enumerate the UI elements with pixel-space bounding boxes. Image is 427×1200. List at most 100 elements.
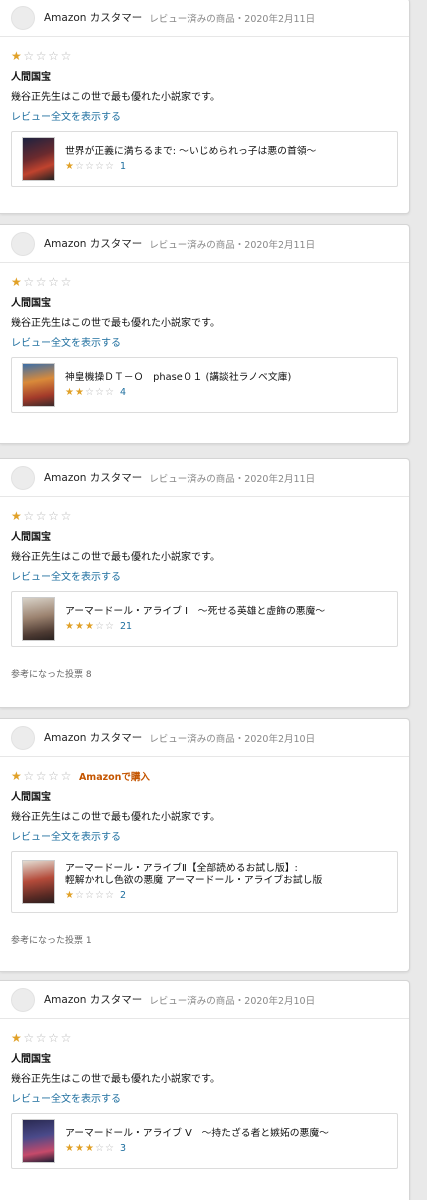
read-full-review-link[interactable]: レビュー全文を表示する (11, 108, 398, 123)
review-body: ★ ☆ ☆ ☆ ☆ Amazonで購入 人間国宝 幾谷正先生はこの世で最も優れた小説家です。レ… (0, 757, 409, 946)
product-rating: ★ ☆ ☆ ☆ ☆ 1 (65, 161, 316, 172)
star-icon: ★ (65, 620, 74, 632)
review-rating: ★ ☆ ☆ ☆ ☆ (11, 273, 398, 291)
avatar (11, 725, 35, 750)
product-cover-image[interactable] (22, 137, 55, 181)
review-stars: ★ ☆ ☆ ☆ ☆ (11, 276, 73, 288)
product-title[interactable]: 輕解かれし色欲の悪魔 アーマードール・アライブお試し版 (65, 875, 322, 887)
review-card: Amazon カスタマー レビュー済みの商品・2020年2月11日 ★ ☆ ☆ ☆ ☆ 人間国… (0, 0, 410, 214)
product-cover-image[interactable] (22, 1119, 55, 1163)
rating-count[interactable]: 3 (120, 1143, 126, 1154)
read-full-review-link[interactable]: レビュー全文を表示する (11, 1090, 398, 1105)
star-icon: ★ (11, 769, 22, 783)
product-title[interactable]: アーマードール・アライブ Ⅴ ～持たざる者と嫉妬の悪魔～ (65, 1128, 329, 1140)
product-card[interactable]: アーマードール・アライブ Ⅰ ～死せる英雄と虚飾の悪魔～ ★ ★ ★ ☆ ☆ 21 (11, 591, 398, 647)
star-icon: ☆ (85, 386, 94, 398)
review-status: レビュー済みの商品・2020年2月11日 (149, 13, 316, 25)
review-card: Amazon カスタマー レビュー済みの商品・2020年2月10日 ★ ☆ ☆ ☆ ☆ 人間国… (0, 980, 410, 1200)
read-full-review-link[interactable]: レビュー全文を表示する (11, 334, 398, 349)
helpful-votes: 参考になった投票 1 (11, 936, 92, 946)
review-stars: ★ ☆ ☆ ☆ ☆ (11, 510, 73, 522)
read-full-review-link[interactable]: レビュー全文を表示する (11, 828, 398, 843)
customer-name: Amazon カスタマー (44, 994, 143, 1006)
review-stars: ★ ☆ ☆ ☆ ☆ (11, 1032, 73, 1044)
star-icon: ☆ (23, 1031, 35, 1045)
review-status: レビュー済みの商品・2020年2月11日 (149, 239, 316, 251)
product-title[interactable]: 神皇機操ＤＴ－Ｏ phase０１ (講談社ラノベ文庫) (65, 372, 291, 384)
product-card[interactable]: アーマードール・アライブ Ⅴ ～持たざる者と嫉妬の悪魔～ ★ ★ ★ ☆ ☆ 3 (11, 1113, 398, 1169)
star-icon: ☆ (85, 889, 94, 901)
star-icon: ☆ (60, 769, 72, 783)
product-cover-image[interactable] (22, 597, 55, 641)
review-title: 人間国宝 (11, 72, 51, 83)
product-cover-image[interactable] (22, 860, 55, 904)
star-icon: ☆ (60, 1031, 72, 1045)
star-icon: ★ (11, 509, 22, 523)
product-info: 神皇機操ＤＴ－Ｏ phase０１ (講談社ラノベ文庫) ★ ★ ☆ ☆ ☆ 4 (65, 372, 291, 398)
star-icon: ☆ (35, 1031, 47, 1045)
review-card: Amazon カスタマー レビュー済みの商品・2020年2月11日 ★ ☆ ☆ ☆ ☆ 人間国… (0, 458, 410, 708)
star-icon: ☆ (105, 160, 114, 172)
rating-count[interactable]: 1 (120, 161, 126, 172)
product-card[interactable]: 世界が正義に満ちるまで: ～いじめられっ子は悪の首領～ ★ ☆ ☆ ☆ ☆ 1 (11, 131, 398, 187)
product-stars: ★ ★ ★ ☆ ☆ (65, 1142, 115, 1154)
star-icon: ☆ (95, 1142, 104, 1154)
star-icon: ☆ (60, 275, 72, 289)
product-stars: ★ ☆ ☆ ☆ ☆ (65, 160, 115, 172)
product-title[interactable]: 世界が正義に満ちるまで: ～いじめられっ子は悪の首領～ (65, 146, 316, 158)
review-rating: ★ ☆ ☆ ☆ ☆ Amazonで購入 (11, 767, 398, 785)
avatar (11, 465, 35, 490)
review-header: Amazon カスタマー レビュー済みの商品・2020年2月11日 (0, 459, 409, 497)
review-text: 幾谷正先生はこの世で最も優れた小説家です。 (11, 318, 220, 329)
rating-count[interactable]: 2 (120, 890, 126, 901)
star-icon: ★ (11, 275, 22, 289)
star-icon: ☆ (48, 49, 59, 63)
star-icon: ★ (75, 386, 84, 398)
star-icon: ☆ (35, 275, 47, 289)
review-text: 幾谷正先生はこの世で最も優れた小説家です。 (11, 1074, 220, 1085)
star-icon: ☆ (75, 889, 84, 901)
review-title: 人間国宝 (11, 298, 51, 309)
star-icon: ★ (11, 49, 22, 63)
star-icon: ☆ (105, 620, 114, 632)
product-rating: ★ ☆ ☆ ☆ ☆ 2 (65, 890, 322, 901)
star-icon: ★ (85, 620, 94, 632)
read-full-review-link[interactable]: レビュー全文を表示する (11, 568, 398, 583)
review-title: 人間国宝 (11, 1054, 51, 1065)
star-icon: ☆ (95, 889, 104, 901)
product-cover-image[interactable] (22, 363, 55, 407)
rating-count[interactable]: 4 (120, 387, 126, 398)
star-icon: ☆ (23, 49, 35, 63)
product-rating: ★ ★ ★ ☆ ☆ 3 (65, 1143, 329, 1154)
customer-name: Amazon カスタマー (44, 472, 143, 484)
review-rating: ★ ☆ ☆ ☆ ☆ (11, 47, 398, 65)
review-title: 人間国宝 (11, 792, 51, 803)
star-icon: ★ (65, 1142, 74, 1154)
star-icon: ☆ (23, 275, 35, 289)
star-icon: ☆ (60, 49, 72, 63)
product-title[interactable]: アーマードール・アライブ Ⅰ ～死せる英雄と虚飾の悪魔～ (65, 606, 325, 618)
star-icon: ☆ (105, 889, 114, 901)
product-card[interactable]: 神皇機操ＤＴ－Ｏ phase０１ (講談社ラノベ文庫) ★ ★ ☆ ☆ ☆ 4 (11, 357, 398, 413)
verified-purchase-badge: Amazonで購入 (78, 772, 150, 783)
review-rating: ★ ☆ ☆ ☆ ☆ (11, 1029, 398, 1047)
product-title[interactable]: アーマードール・アライブⅡ【全部読めるお試し版】: (65, 863, 322, 875)
review-rating: ★ ☆ ☆ ☆ ☆ (11, 507, 398, 525)
product-info: 世界が正義に満ちるまで: ～いじめられっ子は悪の首領～ ★ ☆ ☆ ☆ ☆ 1 (65, 146, 316, 172)
product-rating: ★ ★ ★ ☆ ☆ 21 (65, 621, 325, 632)
star-icon: ★ (11, 1031, 22, 1045)
star-icon: ☆ (35, 509, 47, 523)
review-header: Amazon カスタマー レビュー済みの商品・2020年2月11日 (0, 225, 409, 263)
star-icon: ☆ (48, 1031, 59, 1045)
review-body: ★ ☆ ☆ ☆ ☆ 人間国宝 幾谷正先生はこの世で最も優れた小説家です。 レビュー全文を表示す… (0, 1019, 409, 1169)
review-header: Amazon カスタマー レビュー済みの商品・2020年2月11日 (0, 0, 409, 37)
product-card[interactable]: アーマードール・アライブⅡ【全部読めるお試し版】: 輕解かれし色欲の悪魔 アーマー… (11, 851, 398, 913)
review-header: Amazon カスタマー レビュー済みの商品・2020年2月10日 (0, 719, 409, 757)
review-body: ★ ☆ ☆ ☆ ☆ 人間国宝 幾谷正先生はこの世で最も優れた小説家です。 レビュー全文を表示す… (0, 37, 409, 187)
review-status: レビュー済みの商品・2020年2月11日 (149, 473, 316, 485)
product-info: アーマードール・アライブ Ⅰ ～死せる英雄と虚飾の悪魔～ ★ ★ ★ ☆ ☆ 21 (65, 606, 325, 632)
rating-count[interactable]: 21 (120, 621, 132, 632)
review-body: ★ ☆ ☆ ☆ ☆ 人間国宝 幾谷正先生はこの世で最も優れた小説家です。 レビュー全文を表示す… (0, 497, 409, 680)
review-list: Amazon カスタマー レビュー済みの商品・2020年2月11日 ★ ☆ ☆ ☆ ☆ 人間国… (0, 0, 427, 1200)
review-text: 幾谷正先生はこの世で最も優れた小説家です。 (11, 92, 220, 103)
